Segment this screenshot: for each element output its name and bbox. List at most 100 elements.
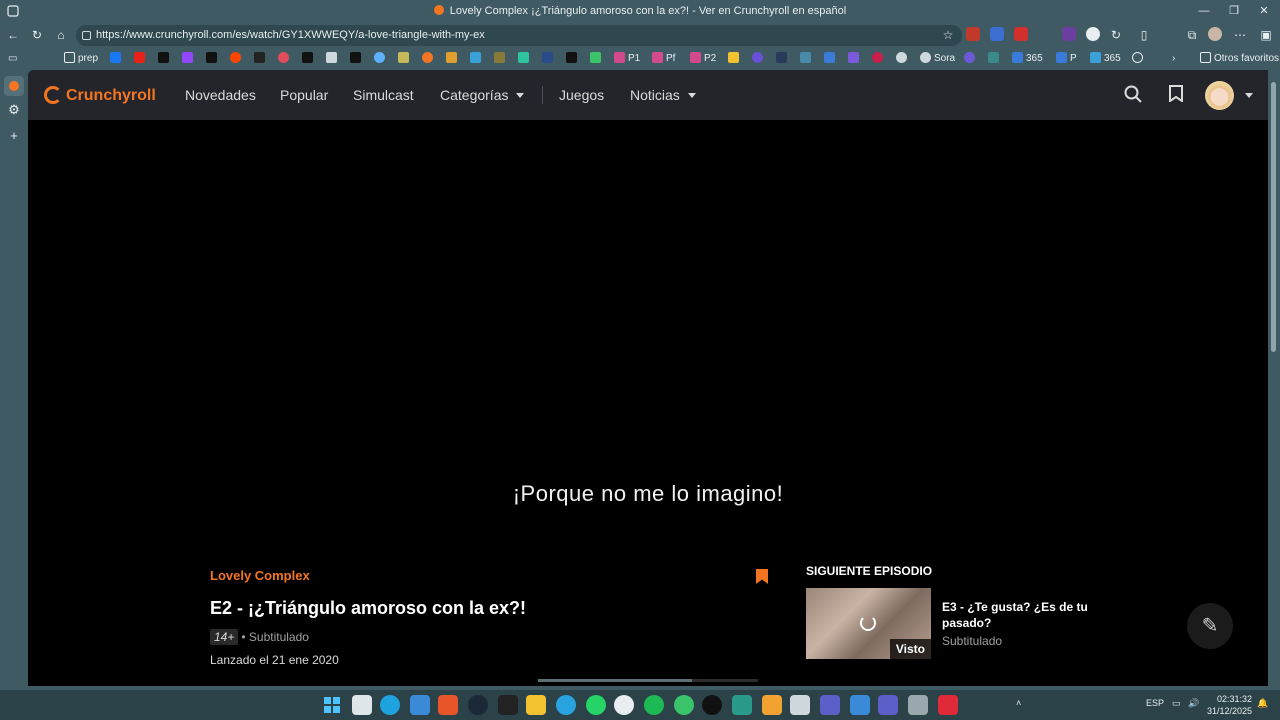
- bookmark-icon[interactable]: [398, 52, 412, 66]
- split-screen-icon[interactable]: ▯: [1136, 27, 1152, 43]
- settings-gear-icon[interactable]: ⚙: [4, 100, 24, 120]
- file-explorer-icon[interactable]: [526, 695, 546, 715]
- crunchyroll-logo[interactable]: Crunchyroll: [44, 86, 156, 105]
- bookmark-icon[interactable]: [1132, 52, 1146, 66]
- home-icon[interactable]: ⌂: [53, 27, 69, 43]
- profile-avatar[interactable]: [1208, 27, 1222, 41]
- nav-simulcast[interactable]: Simulcast: [353, 87, 414, 103]
- bookmark-icon[interactable]: [824, 52, 838, 66]
- maximize-button[interactable]: ❐: [1219, 2, 1249, 20]
- bookmark-365[interactable]: 365: [1012, 52, 1043, 66]
- bookmark-icon[interactable]: [752, 52, 766, 66]
- app-icon[interactable]: [702, 695, 722, 715]
- bookmark-icon[interactable]: [278, 52, 292, 66]
- more-menu-icon[interactable]: ⋯: [1232, 27, 1248, 43]
- epic-games-icon[interactable]: [498, 695, 518, 715]
- bookmark-x[interactable]: [206, 52, 220, 66]
- edge-browser-icon[interactable]: [380, 695, 400, 715]
- crunchyroll-tab-icon[interactable]: [4, 76, 24, 96]
- nav-novedades[interactable]: Novedades: [185, 87, 256, 103]
- bookmark-icon[interactable]: [872, 52, 886, 66]
- bookmark-amazon[interactable]: [254, 52, 268, 66]
- extension-icon[interactable]: [966, 27, 980, 41]
- extension-icon[interactable]: [1062, 27, 1076, 41]
- volume-icon[interactable]: 🔊: [1188, 698, 1199, 709]
- reload-icon[interactable]: ↻: [29, 27, 45, 43]
- tray-overflow-icon[interactable]: ˄: [1016, 698, 1021, 708]
- bookmarks-overflow-icon[interactable]: ›: [1172, 52, 1175, 66]
- bookmark-tiktok[interactable]: [158, 52, 172, 66]
- scrollbar-thumb[interactable]: [1271, 82, 1276, 352]
- bookmark-sora[interactable]: Sora: [920, 52, 955, 66]
- network-icon[interactable]: ▭: [1172, 698, 1181, 709]
- bookmark-tv[interactable]: [302, 52, 316, 66]
- bookmark-youtube[interactable]: [134, 52, 148, 66]
- address-bar[interactable]: https://www.crunchyroll.com/es/watch/GY1…: [76, 25, 962, 46]
- app-icon[interactable]: [732, 695, 752, 715]
- app-icon[interactable]: [410, 695, 430, 715]
- app-icon[interactable]: [908, 695, 928, 715]
- app-icon[interactable]: [674, 695, 694, 715]
- bookmark-reddit[interactable]: [230, 52, 244, 66]
- bookmark-icon[interactable]: [470, 52, 484, 66]
- bookmark-icon[interactable]: [326, 52, 340, 66]
- bookmark-messenger[interactable]: [374, 52, 388, 66]
- back-icon[interactable]: ←: [5, 27, 21, 43]
- watchlist-bookmark-icon[interactable]: [1166, 85, 1186, 105]
- chevron-down-icon[interactable]: [1245, 93, 1253, 98]
- bookmark-p[interactable]: P: [1056, 52, 1077, 66]
- chatgpt-icon[interactable]: [614, 695, 634, 715]
- telegram-icon[interactable]: [556, 695, 576, 715]
- bookmark-icon[interactable]: [518, 52, 532, 66]
- series-title-link[interactable]: Lovely Complex: [210, 568, 310, 583]
- system-clock[interactable]: 02:31:32 31/12/2025: [1207, 693, 1252, 717]
- start-windows-icon[interactable]: [322, 695, 342, 715]
- bookmark-pf[interactable]: Pf: [652, 52, 675, 66]
- brave-browser-icon[interactable]: [438, 695, 458, 715]
- bookmark-icon[interactable]: [566, 52, 580, 66]
- spotify-icon[interactable]: [644, 695, 664, 715]
- teams-icon[interactable]: [820, 695, 840, 715]
- whatsapp-icon[interactable]: [586, 695, 606, 715]
- bookmark-icon[interactable]: [848, 52, 862, 66]
- bookmark-icon[interactable]: [756, 569, 768, 584]
- bookmark-icon[interactable]: [800, 52, 814, 66]
- audio-extension-icon[interactable]: [1086, 27, 1100, 41]
- pdf-extension-icon[interactable]: [1014, 27, 1028, 41]
- input-language[interactable]: ESP: [1146, 698, 1164, 708]
- bookmark-icon[interactable]: [350, 52, 364, 66]
- bookmark-prep[interactable]: prep: [64, 52, 98, 66]
- minimize-button[interactable]: —: [1189, 2, 1219, 20]
- task-view-icon[interactable]: [352, 695, 372, 715]
- close-button[interactable]: ✕: [1249, 2, 1279, 20]
- nav-juegos[interactable]: Juegos: [559, 87, 604, 103]
- other-favorites[interactable]: Otros favoritos: [1200, 52, 1279, 66]
- bookmark-icon[interactable]: [776, 52, 790, 66]
- nav-categorias[interactable]: Categorías: [440, 87, 525, 103]
- app-icon[interactable]: [850, 695, 870, 715]
- collections-icon[interactable]: ⧉: [1184, 27, 1200, 43]
- bookmark-icon[interactable]: [728, 52, 742, 66]
- bookmark-crunchyroll[interactable]: [422, 52, 436, 66]
- app-icon[interactable]: [762, 695, 782, 715]
- bookmark-icon[interactable]: [896, 52, 910, 66]
- bookmark-facebook[interactable]: [110, 52, 124, 66]
- bookmark-icon[interactable]: [446, 52, 460, 66]
- next-episode-title[interactable]: E3 - ¿Te gusta? ¿Es de tu pasado?: [942, 599, 1092, 631]
- next-episode-thumbnail[interactable]: Visto: [806, 588, 931, 659]
- teams-icon[interactable]: [878, 695, 898, 715]
- notification-bell-icon[interactable]: 🔔: [1257, 698, 1268, 709]
- bookmark-p1[interactable]: P1: [614, 52, 640, 66]
- favorite-star-icon[interactable]: ☆: [940, 27, 956, 43]
- app-icon[interactable]: [938, 695, 958, 715]
- page-scrollbar[interactable]: [1268, 70, 1280, 686]
- app-icon[interactable]: [790, 695, 810, 715]
- bookmark-icon[interactable]: [494, 52, 508, 66]
- refresh-extension-icon[interactable]: ↻: [1108, 27, 1124, 43]
- bookmark-icon[interactable]: [542, 52, 556, 66]
- nav-noticias[interactable]: Noticias: [630, 87, 696, 103]
- bookmark-icon[interactable]: [964, 52, 978, 66]
- bookmark-icon[interactable]: [988, 52, 1002, 66]
- bookmark-icon[interactable]: [590, 52, 604, 66]
- user-avatar[interactable]: [1205, 81, 1234, 110]
